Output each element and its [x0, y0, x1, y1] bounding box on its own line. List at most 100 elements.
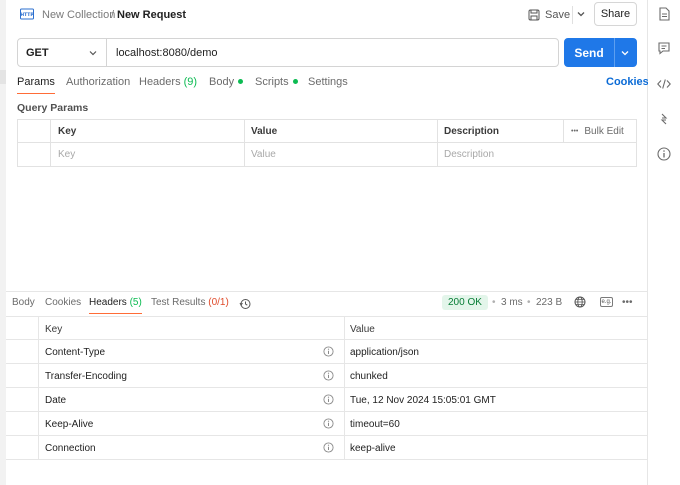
param-description-input[interactable]: Description	[444, 143, 494, 166]
header-key[interactable]: Transfer-Encoding	[45, 364, 127, 388]
response-tab-body[interactable]: Body	[12, 297, 35, 308]
save-icon	[528, 9, 540, 21]
url-bar: GET localhost:8080/demo	[17, 38, 559, 67]
column-header-description: Description	[444, 126, 500, 137]
header-value[interactable]: application/json	[350, 340, 419, 364]
response-tab-headers[interactable]: Headers (5)	[89, 297, 142, 314]
breadcrumb-request-name[interactable]: New Request	[117, 9, 186, 21]
bulk-edit-button[interactable]: Bulk Edit	[584, 126, 623, 137]
tab-params-label: Params	[17, 76, 55, 88]
tab-scripts-label: Scripts	[255, 76, 289, 88]
response-time[interactable]: 3 ms	[501, 297, 523, 308]
response-tab-headers-label: Headers	[89, 297, 127, 308]
table-row: Transfer-Encoding chunked	[6, 364, 648, 388]
tab-settings[interactable]: Settings	[308, 76, 348, 88]
column-divider	[344, 412, 345, 436]
tab-authorization[interactable]: Authorization	[66, 76, 130, 88]
cookies-link[interactable]: Cookies	[606, 76, 649, 88]
tab-headers-label: Headers	[139, 76, 181, 88]
column-divider	[38, 364, 39, 388]
svg-text:HTTP: HTTP	[20, 12, 34, 18]
send-button[interactable]: Send	[564, 38, 637, 67]
table-header-row: Key Value	[6, 316, 648, 341]
document-icon[interactable]	[656, 6, 672, 22]
info-icon[interactable]	[323, 370, 334, 381]
tab-headers[interactable]: Headers (9)	[139, 76, 197, 88]
info-icon[interactable]	[656, 146, 672, 162]
save-example-icon[interactable]: e.g.	[600, 297, 613, 307]
share-button[interactable]: Share	[594, 2, 637, 26]
header-key[interactable]: Connection	[45, 436, 96, 460]
column-divider	[344, 317, 345, 341]
bulk-edit-area: ••• Bulk Edit	[571, 120, 624, 143]
table-row: Connection keep-alive	[6, 436, 648, 460]
info-icon[interactable]	[323, 418, 334, 429]
response-headers-table: Key Value Content-Type application/json Tr…	[6, 316, 648, 460]
column-divider	[344, 388, 345, 412]
send-divider	[614, 38, 615, 67]
send-label: Send	[574, 45, 604, 60]
param-key-input[interactable]: Key	[58, 143, 75, 166]
related-icon[interactable]	[656, 111, 672, 127]
column-divider	[38, 436, 39, 460]
more-options-icon[interactable]: •••	[622, 297, 633, 308]
meta-separator: •	[492, 297, 496, 308]
table-row: Keep-Alive timeout=60	[6, 412, 648, 436]
active-tab-indicator	[89, 313, 142, 314]
tab-headers-count: (9)	[183, 76, 198, 88]
request-tabs: Params Authorization Headers (9) Body Sc…	[17, 76, 649, 96]
send-options-chevron-icon[interactable]	[620, 48, 630, 58]
param-value-input[interactable]: Value	[251, 143, 276, 166]
tab-body-label: Body	[209, 76, 235, 88]
save-options-chevron-icon[interactable]	[575, 8, 587, 20]
response-size[interactable]: 223 B	[536, 297, 562, 308]
header-value[interactable]: keep-alive	[350, 436, 396, 460]
chevron-down-icon[interactable]	[88, 48, 98, 58]
url-divider	[106, 39, 107, 66]
comment-icon[interactable]	[656, 40, 672, 56]
save-button[interactable]: Save	[528, 5, 570, 25]
response-tab-cookies[interactable]: Cookies	[45, 297, 81, 308]
response-tab-test-results[interactable]: Test Results (0/1)	[151, 297, 229, 308]
http-request-icon: HTTP	[20, 8, 34, 20]
query-params-title: Query Params	[17, 102, 89, 114]
code-icon[interactable]	[656, 76, 672, 92]
request-header: HTTP New Collection / New Request Save S…	[6, 0, 648, 30]
status-badge[interactable]: 200 OK	[442, 295, 488, 310]
more-options-icon[interactable]: •••	[571, 128, 578, 135]
column-divider	[344, 340, 345, 364]
column-divider	[344, 436, 345, 460]
column-header-value: Value	[350, 323, 375, 335]
response-divider[interactable]	[6, 291, 648, 292]
tab-body[interactable]: Body	[209, 76, 244, 88]
header-key[interactable]: Date	[45, 388, 66, 412]
method-select[interactable]: GET	[26, 47, 49, 59]
column-header-value: Value	[251, 126, 278, 137]
header-value[interactable]: chunked	[350, 364, 388, 388]
column-divider	[38, 412, 39, 436]
header-value[interactable]: Tue, 12 Nov 2024 15:05:01 GMT	[350, 388, 496, 412]
column-header-key: Key	[45, 323, 63, 335]
header-key[interactable]: Content-Type	[45, 340, 105, 364]
column-divider	[38, 340, 39, 364]
history-icon[interactable]	[239, 298, 251, 310]
table-row: Date Tue, 12 Nov 2024 15:05:01 GMT	[6, 388, 648, 412]
header-value[interactable]: timeout=60	[350, 412, 400, 436]
info-icon[interactable]	[323, 442, 334, 453]
test-results-count: (0/1)	[208, 297, 229, 308]
scripts-status-dot	[292, 78, 298, 84]
meta-separator: •	[527, 297, 531, 308]
column-divider	[344, 364, 345, 388]
info-icon[interactable]	[323, 346, 334, 357]
save-divider	[572, 6, 573, 24]
url-input[interactable]: localhost:8080/demo	[116, 47, 218, 59]
globe-icon[interactable]	[574, 296, 586, 308]
breadcrumb-separator: /	[111, 9, 115, 21]
tab-scripts[interactable]: Scripts	[255, 76, 298, 88]
tab-params[interactable]: Params	[17, 76, 55, 94]
table-row: Content-Type application/json	[6, 340, 648, 364]
info-icon[interactable]	[323, 394, 334, 405]
save-label: Save	[545, 9, 571, 21]
breadcrumb-collection[interactable]: New Collection	[42, 9, 115, 21]
header-key[interactable]: Keep-Alive	[45, 412, 93, 436]
